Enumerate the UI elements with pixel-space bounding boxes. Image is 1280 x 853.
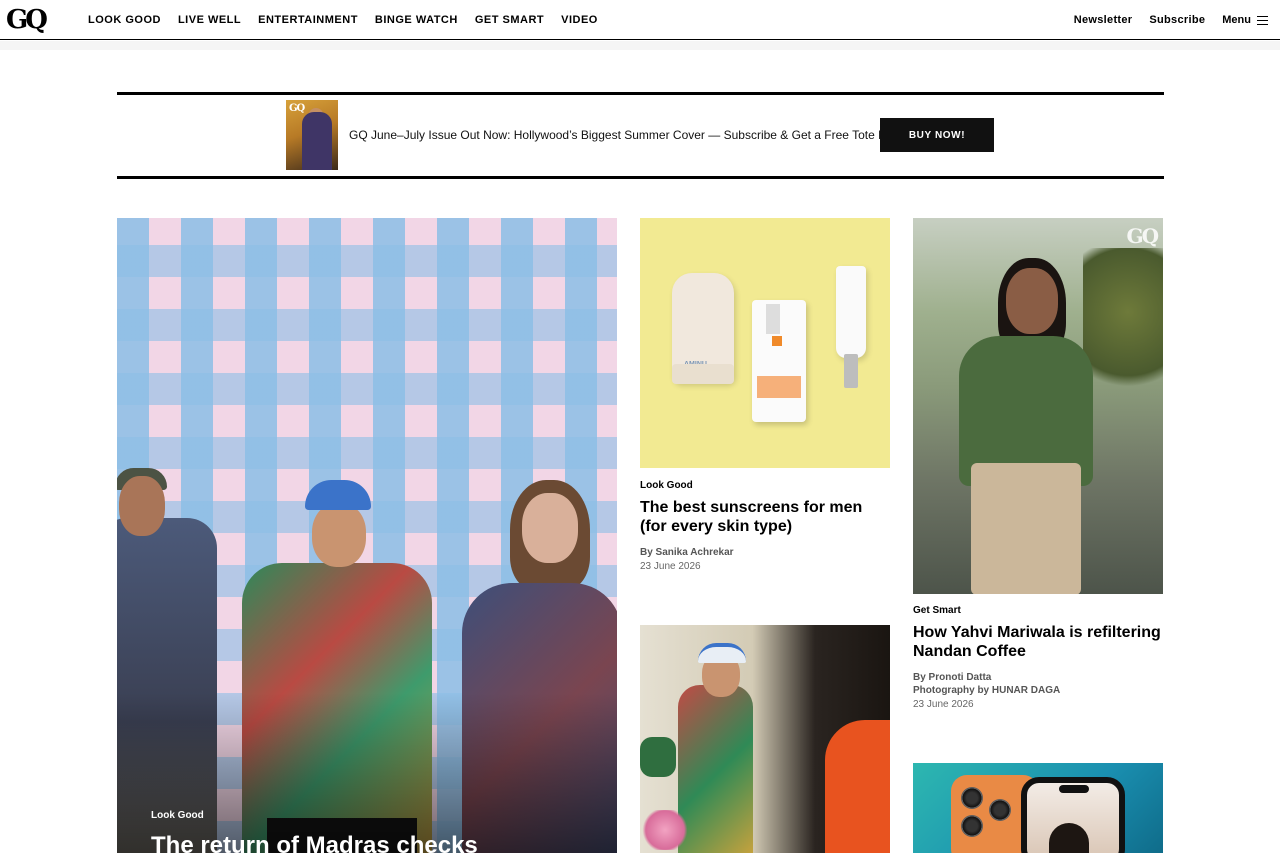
menu-button[interactable]: Menu <box>1222 14 1268 26</box>
nav-look-good[interactable]: LOOK GOOD <box>88 14 161 26</box>
nav-get-smart[interactable]: GET SMART <box>475 14 544 26</box>
subscribe-link[interactable]: Subscribe <box>1149 14 1205 26</box>
card-date: 23 June 2026 <box>640 561 701 572</box>
sunscreen-article-image[interactable]: AMINU <box>640 218 890 468</box>
card-photo-credit: Photography by HUNAR DAGA <box>913 685 1061 696</box>
card-headline[interactable]: How Yahvi Mariwala is refiltering Nandan… <box>913 623 1173 661</box>
magazine-cover-image[interactable]: GQ <box>286 100 338 170</box>
feature-story-card[interactable]: Look Good The return of Madras checks <box>117 218 617 853</box>
nav-live-well[interactable]: LIVE WELL <box>178 14 241 26</box>
camera-lens-icon <box>989 799 1011 821</box>
sunscreen-bottle-cap <box>672 364 734 384</box>
model-right-head <box>522 493 578 563</box>
cover-logo: GQ <box>289 103 305 114</box>
gq-watermark-logo: GQ <box>1126 224 1158 248</box>
primary-nav: LOOK GOOD LIVE WELL ENTERTAINMENT BINGE … <box>88 0 598 40</box>
header-subbar <box>0 41 1280 50</box>
gq-logo[interactable]: GQ <box>6 6 48 34</box>
flowers-image <box>640 810 690 850</box>
yahvi-mariwala-image[interactable]: GQ <box>913 218 1163 594</box>
card-byline[interactable]: By Sanika Achrekar <box>640 546 734 559</box>
cover-figure <box>302 112 332 170</box>
model-left-head <box>119 476 165 536</box>
feature-gradient-overlay <box>117 693 617 853</box>
buy-now-button[interactable]: BUY NOW! <box>880 118 994 152</box>
utility-nav: Newsletter Subscribe Menu <box>1074 0 1268 40</box>
promo-banner: GQ GQ June–July Issue Out Now: Hollywood… <box>117 92 1164 179</box>
nav-video[interactable]: VIDEO <box>561 14 598 26</box>
feature-title[interactable]: The return of Madras checks <box>151 832 478 853</box>
newsletter-link[interactable]: Newsletter <box>1074 14 1133 26</box>
sunscreen-tube <box>836 266 866 358</box>
nav-entertainment[interactable]: ENTERTAINMENT <box>258 14 358 26</box>
hamburger-icon <box>1257 15 1268 25</box>
promo-text: GQ June–July Issue Out Now: Hollywood’s … <box>349 128 900 142</box>
card-byline[interactable]: By Pronoti Datta <box>913 671 991 684</box>
smartphone-image[interactable] <box>913 763 1163 853</box>
card-kicker[interactable]: Look Good <box>640 480 693 491</box>
card-date: 23 June 2026 <box>913 699 974 710</box>
model-center-head <box>312 503 366 567</box>
site-header: GQ LOOK GOOD LIVE WELL ENTERTAINMENT BIN… <box>0 0 1280 40</box>
nav-binge-watch[interactable]: BINGE WATCH <box>375 14 458 26</box>
camera-lens-icon <box>961 787 983 809</box>
camera-lens-icon <box>961 815 983 837</box>
card-kicker[interactable]: Get Smart <box>913 605 961 616</box>
menu-label: Menu <box>1222 14 1251 26</box>
card-headline[interactable]: The best sunscreens for men (for every s… <box>640 498 890 536</box>
feature-kicker[interactable]: Look Good <box>151 810 204 821</box>
street-style-image[interactable] <box>640 625 890 853</box>
